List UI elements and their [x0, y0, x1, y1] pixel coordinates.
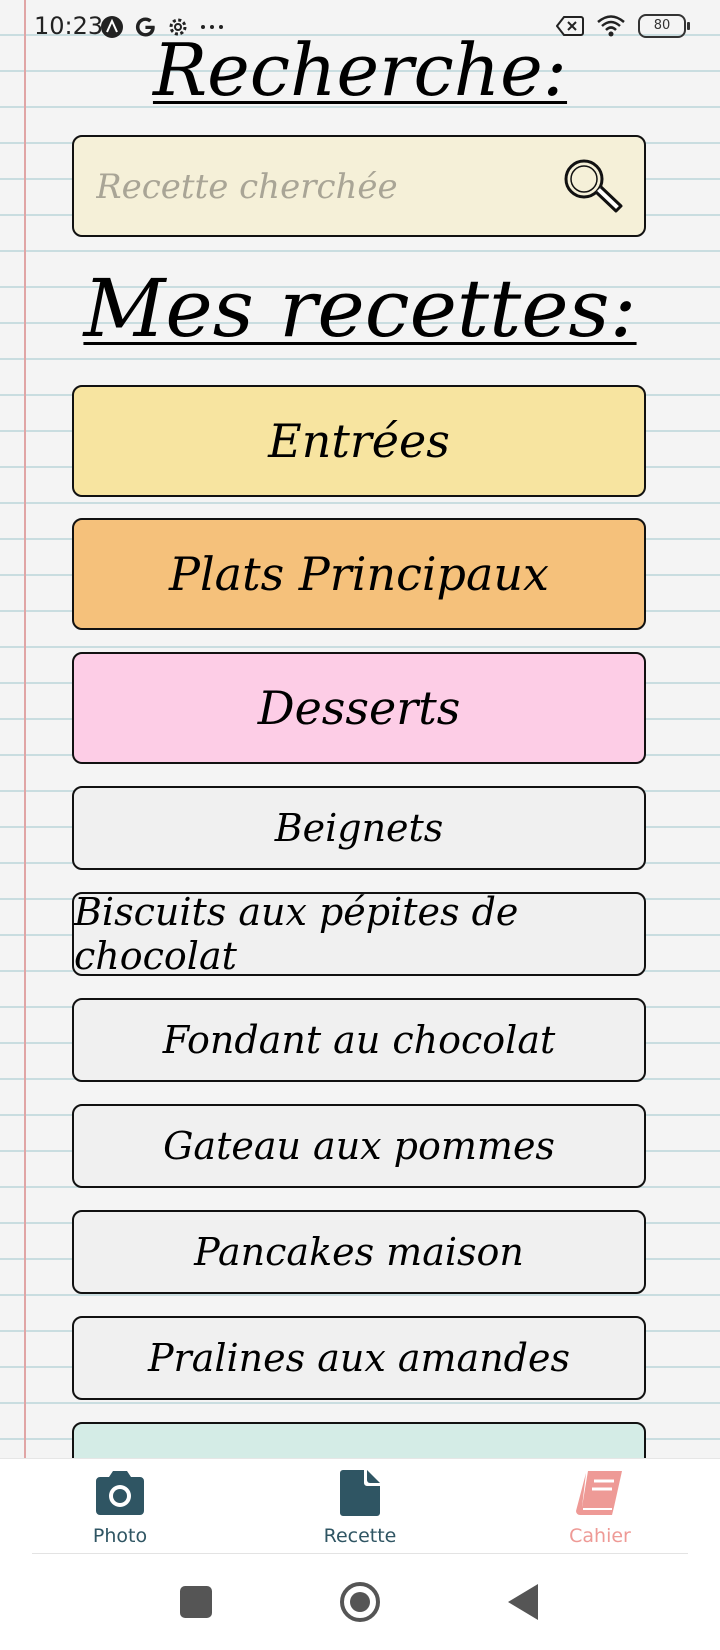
recipe-label: Pralines aux amandes [147, 1336, 570, 1380]
system-nav-bar [0, 1554, 720, 1650]
recipe-label: Gateau aux pommes [163, 1124, 555, 1168]
book-icon [576, 1471, 622, 1515]
recipes-title: Mes recettes: [83, 262, 637, 355]
category-entrees-button[interactable]: Entrées [72, 385, 646, 497]
category-label: Plats Principaux [169, 547, 549, 601]
recipe-item-fondant[interactable]: Fondant au chocolat [72, 998, 646, 1082]
category-desserts-button[interactable]: Desserts [72, 652, 646, 764]
nav-label: Recette [323, 1525, 397, 1547]
recipe-item-beignets[interactable]: Beignets [72, 786, 646, 870]
recipe-item-pancakes[interactable]: Pancakes maison [72, 1210, 646, 1294]
camera-icon [96, 1471, 144, 1515]
back-triangle-icon[interactable] [502, 1580, 546, 1624]
document-icon [340, 1470, 380, 1516]
search-title: Recherche: [152, 28, 568, 112]
home-circle-icon[interactable] [338, 1580, 382, 1624]
recents-square-icon[interactable] [174, 1580, 218, 1624]
search-input[interactable] [94, 161, 548, 213]
bottom-nav: Photo Recette Cahier [0, 1458, 720, 1555]
nav-label: Cahier [569, 1525, 631, 1547]
category-label: Entrées [268, 414, 450, 468]
recipe-item-pralines[interactable]: Pralines aux amandes [72, 1316, 646, 1400]
nav-tab-cahier[interactable]: Cahier [520, 1469, 680, 1547]
recipe-label: Biscuits aux pépites de chocolat [74, 890, 519, 978]
category-plats-principaux-button[interactable]: Plats Principaux [72, 518, 646, 630]
nav-label: Photo [92, 1525, 148, 1547]
recipe-item-biscuits[interactable]: Biscuits aux pépites de chocolat [72, 890, 646, 978]
recipe-label: Fondant au chocolat [162, 1018, 556, 1062]
recipe-label: Beignets [274, 806, 444, 850]
recipe-item-partial[interactable] [72, 1422, 646, 1460]
notebook-paper: 10:23 80 Recherche: Mes recettes: Entrée… [0, 0, 720, 1460]
nav-tab-recette[interactable]: Recette [280, 1469, 440, 1547]
nav-tab-photo[interactable]: Photo [40, 1469, 200, 1547]
recipe-label: Pancakes maison [194, 1230, 524, 1274]
search-box[interactable] [72, 135, 646, 237]
category-label: Desserts [257, 681, 461, 735]
recipe-item-gateau[interactable]: Gateau aux pommes [72, 1104, 646, 1188]
magnifier-icon[interactable] [560, 155, 624, 219]
margin-line [24, 0, 26, 1460]
